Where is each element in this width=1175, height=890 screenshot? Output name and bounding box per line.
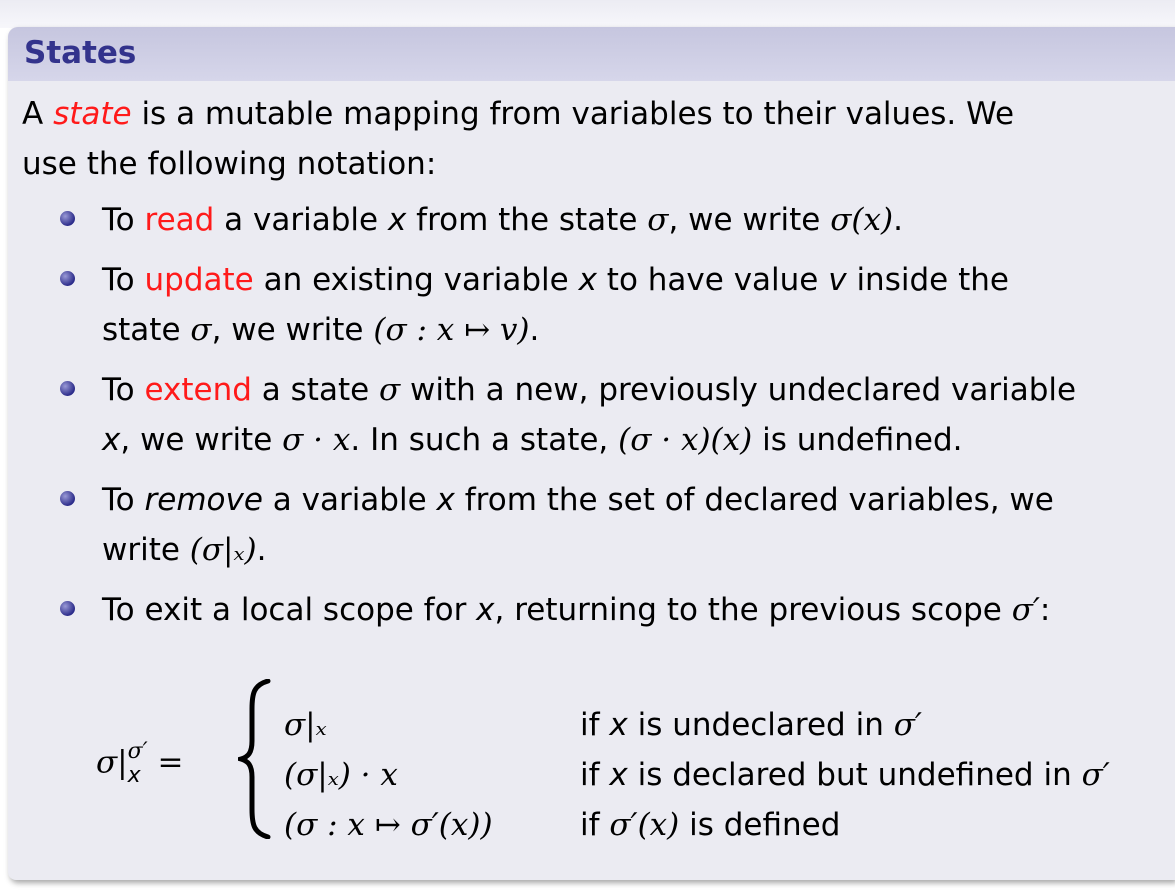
intro-post2: use the following notation: — [22, 146, 437, 182]
text: is undefined. — [752, 422, 963, 458]
sigma: σ — [379, 372, 401, 408]
text: To exit a local scope for — [102, 592, 477, 628]
top-strip — [0, 0, 1175, 28]
math-update: (σ : x ↦ v) — [373, 312, 530, 348]
left-brace-icon — [238, 679, 271, 839]
text: is defined — [679, 807, 841, 843]
text: is undeclared in — [627, 707, 894, 743]
text: if — [580, 757, 610, 793]
text: a variable — [214, 202, 388, 238]
text: if — [580, 807, 610, 843]
text: from the set of declared variables, we — [454, 482, 1054, 518]
notation-list: To read a variable x from the state σ, w… — [22, 195, 1165, 635]
text: : — [1039, 592, 1051, 628]
keyword-remove: remove — [144, 482, 263, 518]
intro-post1: is a mutable mapping from variables to t… — [131, 96, 1015, 132]
text: , we write — [120, 422, 283, 458]
text: from the state — [406, 202, 648, 238]
math-extend: σ · x — [282, 422, 351, 458]
text: To — [102, 202, 145, 238]
text: inside the — [846, 262, 1009, 298]
lhs-subscript: x — [127, 763, 141, 788]
text: a variable — [262, 482, 437, 518]
formula-lhs: σ| σ′ x = — [96, 739, 184, 788]
ball-bullet-icon — [60, 271, 75, 286]
math-remove: (σ|ₓ) — [189, 532, 257, 568]
case-3-cond: if σ′(x) is defined — [580, 801, 840, 849]
block-title: States — [8, 27, 1175, 81]
var-x: x — [476, 592, 495, 628]
list-item-read: To read a variable x from the state σ, w… — [22, 195, 1165, 245]
intro-term: state — [53, 96, 132, 132]
var-x: x — [436, 482, 455, 518]
lhs-superscript: σ′ — [127, 739, 148, 764]
text: to have value — [596, 262, 829, 298]
keyword-update: update — [144, 262, 254, 298]
var-x: x — [609, 757, 628, 793]
list-item-update: To update an existing variable x to have… — [22, 255, 1165, 355]
text: a state — [251, 372, 380, 408]
text: , returning to the previous scope — [494, 592, 1012, 628]
text: . — [529, 312, 540, 348]
sigma: σ — [190, 312, 212, 348]
block-body: A state is a mutable mapping from variab… — [8, 89, 1175, 635]
math-read: σ(x) — [830, 202, 894, 238]
list-item-remove: To remove a variable x from the set of d… — [22, 475, 1165, 575]
sigma-prime: σ′ — [1081, 757, 1110, 793]
intro-paragraph: A state is a mutable mapping from variab… — [22, 89, 1165, 189]
text: an existing variable — [253, 262, 579, 298]
math-extend-undefined: (σ · x)(x) — [618, 422, 753, 458]
var-x: x — [102, 422, 121, 458]
definition-block: States A state is a mutable mapping from… — [8, 27, 1175, 880]
var-v: v — [828, 262, 847, 298]
text: if — [580, 707, 610, 743]
text: . — [256, 532, 267, 568]
text: , we write — [668, 202, 831, 238]
var-x: x — [387, 202, 407, 238]
case-1-expr: σ|ₓ — [284, 707, 327, 743]
case-2-expr: (σ|ₓ) · x — [284, 757, 398, 793]
sigma: σ — [647, 202, 669, 238]
scope-exit-formula: σ| σ′ x = σ|ₓ if x is undeclared in σ′ (σ|… — [96, 677, 1175, 847]
text: To — [102, 262, 145, 298]
keyword-extend: extend — [144, 372, 252, 408]
sigma-prime-of-x: σ′(x) — [609, 807, 680, 843]
sigma-prime: σ′ — [1011, 592, 1040, 628]
text: with a new, previously undeclared variab… — [400, 372, 1077, 408]
lhs-sigma: σ| — [96, 744, 128, 781]
text: To — [102, 482, 145, 518]
text: To — [102, 372, 145, 408]
list-item-exit-scope: To exit a local scope for x, returning t… — [22, 585, 1165, 635]
text: state — [102, 312, 191, 348]
case-2-cond: if x is declared but undefined in σ′ — [580, 751, 1110, 799]
sigma-prime: σ′ — [893, 707, 922, 743]
text: . — [893, 202, 903, 238]
ball-bullet-icon — [60, 601, 75, 616]
text: . In such a state, — [350, 422, 619, 458]
var-x: x — [578, 262, 597, 298]
list-item-extend: To extend a state σ with a new, previous… — [22, 365, 1165, 465]
case-1-cond: if x is undeclared in σ′ — [580, 701, 922, 749]
intro-pre: A — [22, 96, 54, 132]
text: , we write — [211, 312, 374, 348]
equals-sign: = — [147, 744, 184, 781]
text: is declared but undefined in — [627, 757, 1082, 793]
ball-bullet-icon — [60, 211, 75, 226]
text: write — [102, 532, 190, 568]
ball-bullet-icon — [60, 491, 75, 506]
var-x: x — [609, 707, 628, 743]
keyword-read: read — [144, 202, 215, 238]
ball-bullet-icon — [60, 381, 75, 396]
case-3-expr: (σ : x ↦ σ′(x)) — [284, 807, 493, 843]
